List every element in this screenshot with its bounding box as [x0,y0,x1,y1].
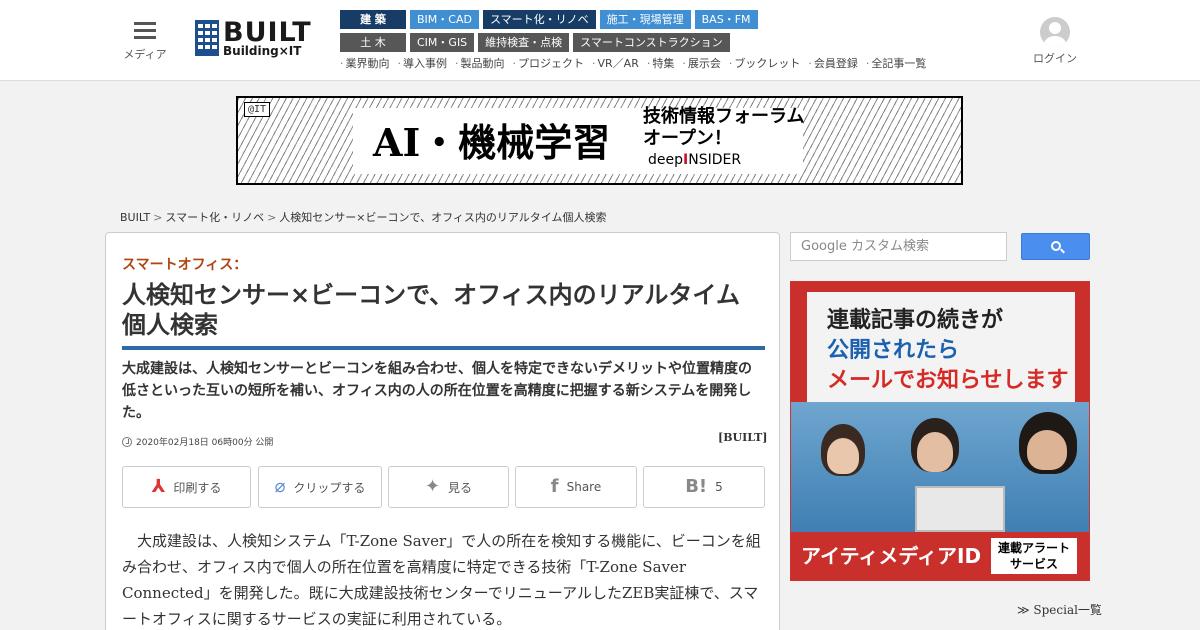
subnav-item[interactable]: 特集 [647,55,674,71]
ad-line1: 連載記事の続きが [827,308,1004,333]
subnav-item[interactable]: 業界動向 [340,55,390,71]
banner-side-line1: 技術情報フォーラム [643,106,805,127]
ad-tag-line1: 連載アラート [997,541,1070,555]
twitter-label: 見る [448,480,473,495]
subnav-item[interactable]: プロジェクト [513,55,584,71]
nav-maintenance-inspection[interactable]: 維持検査・点検 [478,33,570,52]
banner-side-text: 技術情報フォーラム オープン！ [643,106,804,150]
breadcrumb-current: 人検知センサー×ビーコンで、オフィス内のリアルタイム個人検索 [279,211,607,224]
special-list-link[interactable]: ≫ Special一覧 [1017,601,1102,618]
search-input[interactable]: Google カスタム検索 [790,232,1007,261]
publish-date: 2020年02月18日 06時00分 公開 [122,435,273,448]
atmarkit-logo: @IT [244,102,271,117]
nav-smart-construction[interactable]: スマートコンストラクション [573,33,730,52]
sub-navigation: 業界動向 導入事例 製品動向 プロジェクト VR／AR 特集 展示会 ブックレッ… [340,55,927,71]
twitter-button[interactable]: ✦ 見る [388,466,509,508]
media-menu-label: メディア [123,48,167,61]
category-nav-civil: 土 木 CIM・GIS 維持検査・点検 スマートコンストラクション [340,33,730,52]
ad-tag-line2: サービス [1009,557,1058,571]
twitter-icon: ✦ [424,476,441,497]
clip-button[interactable]: ⌀ クリップする [258,466,382,508]
article-actions: ⅄ 印刷する ⌀ クリップする ✦ 見る f Share B! 5 [122,466,765,508]
print-button[interactable]: ⅄ 印刷する [122,466,251,508]
paperclip-icon: ⌀ [274,476,286,497]
nav-construction-management[interactable]: 施工・現場管理 [599,10,691,29]
nav-smart-renovation[interactable]: スマート化・リノベ [482,10,596,29]
login-button[interactable]: ログイン [1030,17,1080,66]
ad-brand-text: アイティメディアID [801,544,982,568]
nav-bim-cad[interactable]: BIM・CAD [410,10,479,29]
subnav-item[interactable]: 製品動向 [455,55,505,71]
breadcrumb-home[interactable]: BUILT [120,211,150,224]
breadcrumb-category[interactable]: スマート化・リノベ [165,211,264,224]
banner-side-line2: オープン！ [643,128,732,149]
nav-architecture[interactable]: 建 築 [340,10,406,29]
clock-icon [122,436,132,447]
site-header: メディア BUILT Building×IT 建 築 BIM・CAD スマート化… [0,0,1200,81]
search-button[interactable] [1021,233,1090,260]
subnav-item[interactable]: 全記事一覧 [866,55,926,71]
article-body: 大成建設は、人検知システム「T-Zone Saver」で人の所在を検知する機能に… [122,532,761,628]
article-lead: 大成建設は、人検知センサーとビーコンを組み合わせ、個人を特定できないデメリットや… [122,361,752,421]
print-label: 印刷する [173,480,222,495]
login-label: ログイン [1033,52,1077,65]
brand-pre: deep [648,152,683,168]
hatena-count: 5 [715,480,723,494]
pdf-icon: ⅄ [151,476,166,497]
media-menu-button[interactable]: メディア [120,22,170,62]
title-divider [122,346,765,350]
article-source: [BUILT] [718,431,768,444]
nav-bas-fm[interactable]: BAS・FM [694,10,758,29]
hatena-bookmark-button[interactable]: B! 5 [643,466,765,508]
laptop-image [915,486,1005,532]
clip-label: クリップする [293,480,366,495]
ad-line3: メールでお知らせします [827,368,1069,393]
article-title: 人検知センサー×ビーコンで、オフィス内のリアルタイム個人検索 [122,281,740,339]
ad-photo [791,402,1089,532]
deep-insider-logo: deepINSIDER [648,152,741,168]
person-center-face [917,432,953,472]
logo-subtitle: Building×IT [223,44,302,58]
subnav-item[interactable]: ブックレット [729,55,800,71]
breadcrumb: BUILT > スマート化・リノベ > 人検知センサー×ビーコンで、オフィス内のリアルタ… [120,211,607,224]
ad-line2: 公開されたら [827,338,960,363]
ad-service-tag: 連載アラート サービス [991,538,1077,574]
brand-post: NSIDER [688,152,742,168]
subnav-item[interactable]: VR／AR [592,55,639,71]
nav-civil[interactable]: 土 木 [340,33,406,52]
hamburger-icon [134,22,156,40]
facebook-icon: f [550,476,559,497]
category-nav-architecture: 建 築 BIM・CAD スマート化・リノベ 施工・現場管理 BAS・FM [340,10,758,29]
publish-date-text: 2020年02月18日 06時00分 公開 [136,438,274,448]
article-alert-ad[interactable]: 連載記事の続きが 公開されたら メールでお知らせします アイティメディアID 連… [790,281,1090,581]
article-card: スマートオフィス： 人検知センサー×ビーコンで、オフィス内のリアルタイム個人検索… [105,232,780,630]
subnav-item[interactable]: 会員登録 [808,55,858,71]
user-avatar-icon [1040,17,1070,47]
ai-forum-banner[interactable]: @IT AI・機械学習 技術情報フォーラム オープン！ deepINSIDER [236,96,963,185]
built-logo[interactable]: BUILT Building×IT [195,17,313,60]
person-left-face [827,438,859,474]
article-kicker: スマートオフィス： [122,257,248,273]
share-label: Share [566,480,602,494]
hatena-bookmark-icon: B! [685,476,708,497]
building-logo-icon [195,20,219,56]
subnav-item[interactable]: 展示会 [682,55,721,71]
person-right-face [1027,430,1067,470]
banner-headline: AI・機械学習 [373,120,611,165]
nav-cim-gis[interactable]: CIM・GIS [410,33,475,52]
subnav-item[interactable]: 導入事例 [398,55,447,71]
facebook-share-button[interactable]: f Share [515,466,637,508]
